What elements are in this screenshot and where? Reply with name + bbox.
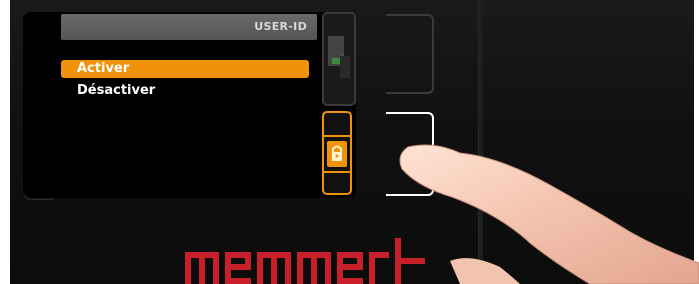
memmert-logo bbox=[185, 238, 425, 284]
logo-wordmark bbox=[185, 238, 425, 284]
menu-header: USER-ID bbox=[61, 14, 317, 40]
right-button-lock[interactable] bbox=[322, 111, 352, 195]
menu-item-desactiver[interactable]: Désactiver bbox=[61, 82, 309, 100]
menu-item-activer[interactable]: Activer bbox=[61, 60, 309, 78]
menu-item-label: Activer bbox=[77, 61, 130, 76]
bezel-bracket bbox=[386, 14, 434, 94]
right-button-export[interactable] bbox=[322, 12, 356, 106]
page-title: USER-ID bbox=[254, 20, 307, 33]
divider bbox=[324, 171, 350, 173]
divider bbox=[324, 135, 350, 137]
device-frame: USER-ID Activer Désactiver bbox=[0, 0, 699, 284]
export-icon bbox=[328, 36, 350, 78]
lock-icon bbox=[327, 141, 347, 167]
menu-item-label: Désactiver bbox=[77, 83, 156, 98]
pointing-finger-image bbox=[399, 144, 699, 284]
